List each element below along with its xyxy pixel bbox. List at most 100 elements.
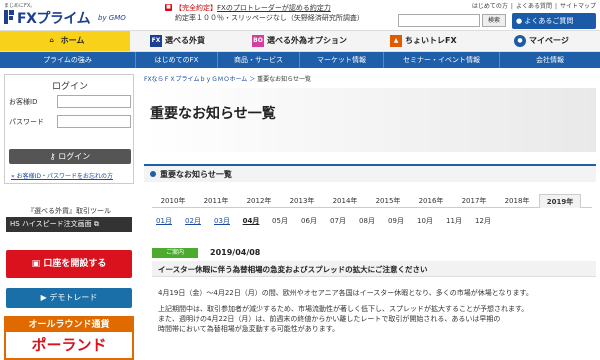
- tab-year-2016[interactable]: 2016年: [410, 194, 452, 208]
- primary-nav: ⌂ ホーム FX 選べる外貨 BO 選べる外為オプション ▲ ちょいトレFX ● マイペー…: [0, 30, 600, 52]
- search-button[interactable]: 検索: [482, 14, 506, 27]
- key-icon: ⚷: [49, 152, 59, 161]
- util-link-beginners[interactable]: はじめての方: [472, 3, 508, 10]
- forgot-link-label: お客様ID・パスワードをお忘れの方: [16, 173, 113, 180]
- hs-icon: HS: [10, 220, 22, 228]
- nav2-strengths[interactable]: プライムの強み: [0, 52, 136, 68]
- notice-body-line-4: 時間帯において為替相場が急変動する可能性があります。: [158, 325, 340, 333]
- tab-year-2013[interactable]: 2013年: [281, 194, 323, 208]
- tab-year-2012[interactable]: 2012年: [238, 194, 280, 208]
- faq-button[interactable]: ● よくあるご質問: [512, 13, 596, 29]
- main-content: FXならＦＸプライムｂｙＧＭＯホーム ＞ 重要なお知らせ一覧 重要なお知らせ一覧…: [138, 68, 600, 360]
- tab-year-2019[interactable]: 2019年: [539, 194, 581, 208]
- notice-body-line-1: 4月19日（金）～4月22日（月）の間、欧州やオセアニア各国はイースター休暇とな…: [158, 289, 533, 297]
- password-field[interactable]: [57, 115, 131, 128]
- tab-month-03[interactable]: 03月: [210, 214, 234, 228]
- nav2-seminar[interactable]: セミナー・イベント情報: [384, 52, 500, 68]
- nav2-company[interactable]: 会社情報: [500, 52, 600, 68]
- nav2-market-info[interactable]: マーケット情報: [300, 52, 384, 68]
- tab-year-2011[interactable]: 2011年: [195, 194, 237, 208]
- notice-title-bar: イースター休暇に伴う為替相場の急変およびスプレッドの拡大にご注意ください: [152, 261, 596, 277]
- customer-id-field[interactable]: [57, 95, 131, 108]
- nav-mypage-label: マイページ: [529, 36, 569, 45]
- campaign-banner[interactable]: ■ 【完全約定】FXのプロトレーダーが認める約定力 約定率１００％・スリッページ…: [165, 2, 370, 26]
- choi-icon: ▲: [390, 34, 402, 47]
- tab-year-2018[interactable]: 2018年: [496, 194, 538, 208]
- tab-month-10: 10月: [417, 217, 433, 225]
- search-input[interactable]: [398, 14, 480, 27]
- open-account-button[interactable]: ▣ 口座を開設する: [6, 250, 132, 278]
- breadcrumb-home[interactable]: FXならＦＸプライムｂｙＧＭＯホーム: [144, 76, 247, 83]
- notice-item: ご案内 2019/04/08 イースター休暇に伴う為替相場の急変およびスプレッド…: [152, 248, 596, 360]
- nav-selectable-fx[interactable]: FX 選べる外貨: [150, 31, 205, 51]
- nav-fx-option[interactable]: BO 選べる外為オプション: [252, 31, 347, 51]
- logo-mark-icon: [4, 10, 14, 24]
- user-icon: ●: [514, 34, 526, 47]
- logo-by: by GMO: [98, 14, 126, 22]
- tab-month-08: 08月: [359, 217, 375, 225]
- forgot-credentials-link[interactable]: » お客様ID・パスワードをお忘れの方: [11, 171, 113, 180]
- breadcrumb: FXならＦＸプライムｂｙＧＭＯホーム ＞ 重要なお知らせ一覧: [144, 74, 311, 83]
- notice-body-line-2: 上記期間中は、取引参加者が減少するため、市場流動性が著しく低下し、スプレッドが拡…: [158, 305, 529, 313]
- open-account-label: 口座を開設する: [43, 259, 107, 269]
- breadcrumb-current: 重要なお知らせ一覧: [257, 76, 312, 83]
- tab-month-07: 07月: [330, 217, 346, 225]
- bullet-icon: [150, 171, 156, 177]
- notice-body-line-3: また、週明けの4月22日（月）は、前週末の終値からかい離したレートで取引が開始さ…: [158, 315, 501, 323]
- nav-home-label: ホーム: [60, 36, 85, 45]
- nav2-first-fx[interactable]: はじめてのFX: [136, 52, 218, 68]
- tab-year-2010[interactable]: 2010年: [152, 194, 194, 208]
- login-title: ログイン: [51, 82, 88, 92]
- demo-trade-label: デモトレード: [49, 293, 98, 302]
- util-link-faq[interactable]: よくある質問: [516, 3, 552, 10]
- tab-year-2014[interactable]: 2014年: [324, 194, 366, 208]
- bo-icon: BO: [252, 34, 264, 47]
- util-link-sitemap[interactable]: サイトマップ: [560, 3, 596, 10]
- secondary-nav: プライムの強み はじめてのFX 商品・サービス マーケット情報 セミナー・イベン…: [0, 52, 600, 68]
- tab-month-12: 12月: [475, 217, 491, 225]
- high-speed-order-button[interactable]: HS ハイスピード注文画面 ⧉: [6, 217, 132, 232]
- login-button[interactable]: ⚷ ログイン: [9, 149, 131, 164]
- tab-month-02[interactable]: 02月: [181, 214, 205, 228]
- section-title: 重要なお知らせ一覧: [160, 170, 232, 179]
- nav-choi-fx-label: ちょいトレFX: [405, 36, 457, 45]
- campaign-link[interactable]: FXのプロトレーダーが認める約定力: [217, 4, 331, 12]
- notice-category-badge: ご案内: [152, 248, 198, 258]
- campaign-line-2[interactable]: 約定率１００％・スリッページなし（矢野経済研究所調査）: [175, 13, 364, 23]
- trading-tool-box: 『選べる外貨』取引ツール HS ハイスピード注文画面 ⧉: [4, 206, 134, 240]
- document-icon: ▣: [31, 259, 44, 269]
- tab-month-01[interactable]: 01月: [152, 214, 176, 228]
- promo-banner[interactable]: オールラウンド通貨 ポーランド: [4, 316, 134, 360]
- tool-title: 『選べる外貨』取引ツール: [27, 207, 111, 215]
- campaign-badge-icon: ■: [165, 4, 172, 11]
- nav-fx-option-label: 選べる外為オプション: [267, 36, 347, 45]
- tab-month-05: 05月: [272, 217, 288, 225]
- nav-home[interactable]: ⌂ ホーム: [0, 31, 130, 51]
- sidebar: ログイン お客様ID パスワード ⚷ ログイン » お客様ID・パスワードをお忘…: [0, 68, 138, 360]
- promo-line-1: オールラウンド通貨: [6, 318, 132, 332]
- page-hero: 重要なお知らせ一覧: [144, 88, 596, 152]
- demo-trade-button[interactable]: ▶ デモトレード: [6, 288, 132, 308]
- year-tabs: 2010年 2011年 2012年 2013年 2014年 2015年 2016…: [152, 194, 592, 208]
- site-logo[interactable]: まじめにFX。 FXプライム by GMO: [4, 2, 130, 28]
- notice-date: 2019/04/08: [210, 248, 261, 257]
- nav-selectable-fx-label: 選べる外貨: [165, 36, 205, 45]
- tab-year-2017[interactable]: 2017年: [453, 194, 495, 208]
- campaign-prefix: 【完全約定】: [175, 4, 217, 12]
- notice-title: イースター休暇に伴う為替相場の急変およびスプレッドの拡大にご注意ください: [158, 265, 428, 274]
- section-header: 重要なお知らせ一覧: [144, 164, 596, 182]
- nav-mypage[interactable]: ● マイページ: [514, 31, 569, 51]
- site-header: まじめにFX。 FXプライム by GMO ■ 【完全約定】FXのプロトレーダー…: [0, 0, 600, 30]
- tab-month-04[interactable]: 04月: [239, 214, 263, 228]
- campaign-line-1[interactable]: 【完全約定】FXのプロトレーダーが認める約定力: [175, 3, 331, 13]
- page-title: 重要なお知らせ一覧: [150, 106, 276, 122]
- tab-year-2015[interactable]: 2015年: [367, 194, 409, 208]
- nav-choi-fx[interactable]: ▲ ちょいトレFX: [390, 31, 457, 51]
- external-window-icon: ⧉: [91, 220, 99, 228]
- month-tabs: 01月 02月 03月 04月 05月 06月 07月 08月 09月 10月 …: [152, 214, 592, 228]
- password-label: パスワード: [9, 118, 44, 126]
- faq-button-label: よくあるご質問: [524, 17, 574, 25]
- utility-links: はじめての方 | よくある質問 | サイトマップ: [471, 3, 596, 10]
- promo-line-2: ポーランド: [31, 336, 107, 354]
- nav2-products[interactable]: 商品・サービス: [218, 52, 300, 68]
